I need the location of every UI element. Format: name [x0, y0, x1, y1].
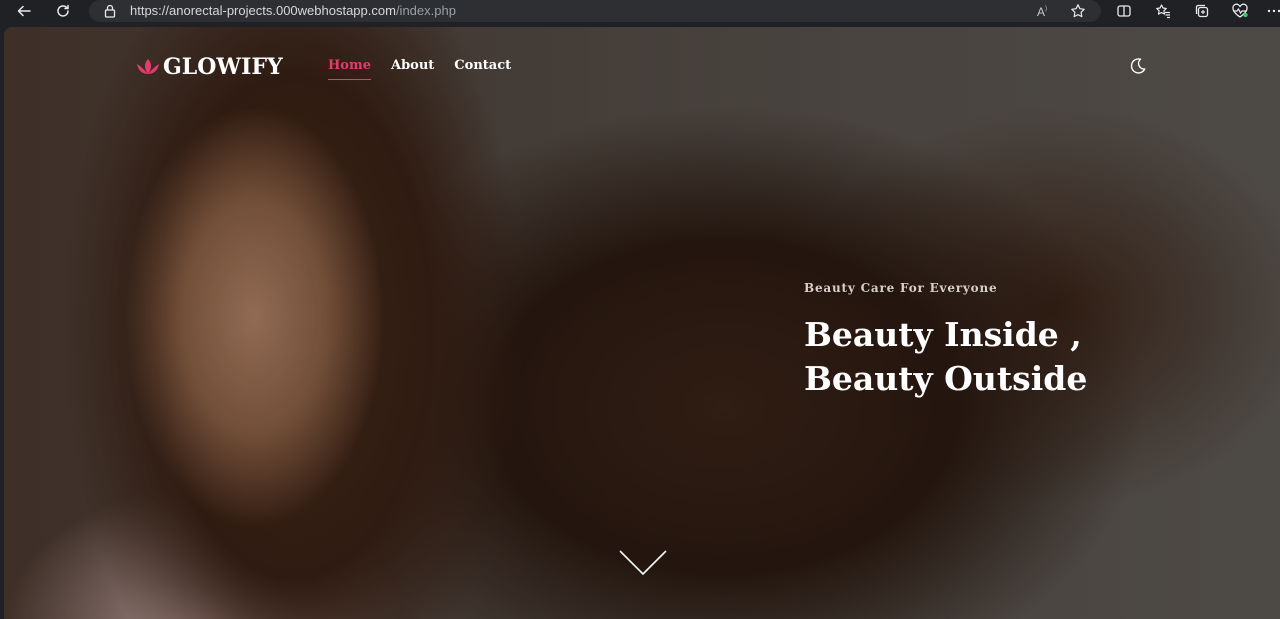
address-bar[interactable]: https://anorectal-projects.000webhostapp… [89, 0, 1101, 22]
hero-headline-line1: Beauty Inside , [804, 315, 1082, 354]
refresh-icon[interactable] [52, 0, 74, 22]
url-host: https://anorectal-projects.000webhostapp… [130, 3, 396, 18]
nav-home[interactable]: Home [328, 58, 371, 80]
main-nav: Home About Contact [328, 58, 511, 80]
split-screen-icon[interactable] [1115, 2, 1133, 20]
hero-subtitle: Beauty Care For Everyone [804, 281, 998, 295]
nav-contact[interactable]: Contact [454, 58, 511, 80]
lotus-icon [137, 59, 159, 74]
hero-headline-line2: Beauty Outside [804, 359, 1088, 398]
chevron-down-icon[interactable] [618, 549, 668, 577]
browser-toolbar: https://anorectal-projects.000webhostapp… [0, 0, 1280, 22]
url-path: /index.php [395, 3, 456, 18]
lock-icon[interactable] [103, 3, 117, 19]
read-aloud-icon[interactable]: A) [1035, 2, 1053, 20]
health-icon[interactable] [1231, 2, 1249, 20]
logo-text: GLOWIFY [163, 54, 283, 80]
hero-section: GLOWIFY Home About Contact Beauty Care F… [4, 27, 1280, 619]
moon-icon[interactable] [1128, 56, 1148, 76]
svg-text:): ) [1045, 6, 1047, 12]
hero-image-overlay [4, 27, 1280, 619]
favorites-icon[interactable] [1154, 2, 1172, 20]
nav-about[interactable]: About [391, 58, 434, 80]
favorite-star-icon[interactable] [1069, 2, 1087, 20]
site-logo[interactable]: GLOWIFY [134, 54, 283, 80]
collections-icon[interactable] [1193, 2, 1211, 20]
more-icon[interactable] [1265, 2, 1280, 20]
url-text[interactable]: https://anorectal-projects.000webhostapp… [130, 3, 456, 18]
back-arrow-icon[interactable] [13, 0, 35, 22]
hero-headline: Beauty Inside , Beauty Outside [804, 313, 1087, 401]
svg-text:A: A [1037, 5, 1045, 19]
